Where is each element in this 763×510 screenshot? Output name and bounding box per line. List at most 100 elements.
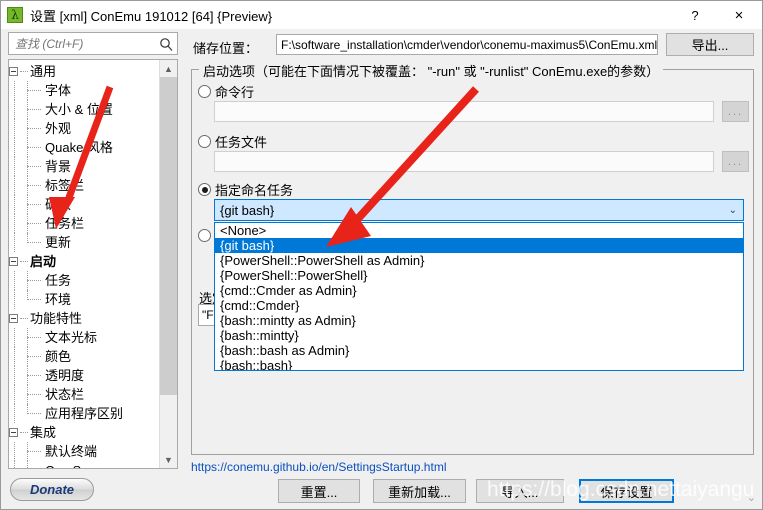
radio-command-line-indicator[interactable] [198, 85, 211, 98]
tree-item-label: 字体 [45, 83, 72, 98]
tree-group-10[interactable]: 启动 [9, 252, 160, 271]
tree-connector [27, 290, 28, 300]
tree-group-0[interactable]: 通用 [9, 62, 160, 81]
tree-connector [27, 138, 28, 157]
tree-connector [27, 176, 28, 195]
command-line-field[interactable] [214, 101, 714, 122]
settings-window: λ 设置 [xml] ConEmu 191012 [64] {Preview} … [0, 0, 763, 510]
dropdown-option-3[interactable]: {PowerShell::PowerShell} [215, 268, 743, 283]
tree-item-label: 应用程序区别 [45, 406, 124, 421]
tree-connector [27, 385, 28, 404]
named-task-combobox[interactable]: {git bash} ⌄ [214, 199, 744, 221]
tree-connector [27, 119, 28, 138]
tree-item-17[interactable]: 状态栏 [9, 385, 160, 404]
tree-connector [27, 233, 28, 243]
tree-collapse-icon[interactable] [9, 314, 18, 323]
tree-item-label: 任务 [45, 273, 72, 288]
tree-item-16[interactable]: 透明度 [9, 366, 160, 385]
scrollbar-thumb[interactable] [160, 77, 177, 395]
tree-item-7[interactable]: 确认 [9, 195, 160, 214]
tree-collapse-icon[interactable] [9, 67, 18, 76]
tree-item-label: 透明度 [45, 368, 85, 383]
tree-item-6[interactable]: 标签栏 [9, 176, 160, 195]
tree-group-19[interactable]: 集成 [9, 423, 160, 442]
radio-command-line[interactable]: 命令行 [198, 82, 254, 101]
tree-item-20[interactable]: 默认终端 [9, 442, 160, 461]
dropdown-option-7[interactable]: {bash::mintty} [215, 328, 743, 343]
tree-item-label: 颜色 [45, 349, 72, 364]
tree-connector [27, 442, 28, 461]
dialog-button-0[interactable]: 重置... [278, 479, 360, 503]
dropdown-option-9[interactable]: {bash::bash} [215, 358, 743, 370]
tree-item-label: 集成 [30, 425, 57, 440]
named-task-dropdown-list[interactable]: <None> {git bash} {PowerShell::PowerShell … [214, 222, 744, 371]
window-controls: ? × [674, 1, 762, 29]
tree-item-label: 启动 [30, 254, 57, 269]
help-icon[interactable]: ? [674, 1, 716, 29]
tree-connector [27, 81, 28, 100]
radio-named-task-label: 指定命名任务 [215, 183, 294, 198]
settings-tree[interactable]: 通用字体大小 & 位置 外观 Quake 风格背景标签栏确认任务栏更新启动任务环境功… [8, 59, 178, 469]
window-title: 设置 [xml] ConEmu 191012 [64] {Preview} [30, 8, 273, 24]
settings-help-link[interactable]: https://conemu.github.io/en/SettingsStar… [191, 460, 446, 474]
tree-item-label: 通用 [30, 64, 57, 79]
task-file-browse-button[interactable]: ... [722, 151, 749, 172]
radio-named-task-indicator[interactable] [198, 183, 211, 196]
tree-item-5[interactable]: 背景 [9, 157, 160, 176]
watermark-text: https://blog.csdn.nettaiyangu [487, 478, 755, 501]
tree-scrollbar[interactable]: ▲ ▼ [159, 60, 177, 468]
tree-item-1[interactable]: 字体 [9, 81, 160, 100]
dropdown-option-5[interactable]: {cmd::Cmder} [215, 298, 743, 313]
radio-fourth-option[interactable] [198, 229, 215, 242]
startup-options-title: 启动选项（可能在下面情况下被覆盖： "-run" 或 "-runlist" Co… [199, 61, 664, 80]
tree-item-14[interactable]: 文本光标 [9, 328, 160, 347]
tree-item-4[interactable]: Quake 风格 [9, 138, 160, 157]
tree-item-label: 文本光标 [45, 330, 98, 345]
tree-item-2[interactable]: 大小 & 位置 [9, 100, 160, 119]
tree-item-9[interactable]: 更新 [9, 233, 160, 252]
dropdown-option-6[interactable]: {bash::mintty as Admin} [215, 313, 743, 328]
tree-connector [27, 461, 28, 468]
tree-collapse-icon[interactable] [9, 257, 18, 266]
radio-named-task[interactable]: 指定命名任务 [198, 180, 293, 199]
tree-item-label: 标签栏 [45, 178, 85, 193]
scroll-up-icon[interactable]: ▲ [160, 60, 177, 77]
tree-item-8[interactable]: 任务栏 [9, 214, 160, 233]
scroll-down-icon[interactable]: ▼ [160, 451, 177, 468]
radio-fourth-option-indicator[interactable] [198, 229, 211, 242]
tree-connector [27, 404, 28, 414]
tree-connector [20, 261, 28, 263]
tree-connector [27, 347, 28, 366]
tree-item-18[interactable]: 应用程序区别 [9, 404, 160, 423]
dropdown-option-4[interactable]: {cmd::Cmder as Admin} [215, 283, 743, 298]
tree-item-label: 功能特性 [30, 311, 83, 326]
dropdown-option-1[interactable]: {git bash} [215, 238, 743, 253]
dialog-button-1[interactable]: 重新加载... [373, 479, 466, 503]
command-line-browse-button[interactable]: ... [722, 101, 749, 122]
search-input[interactable]: 查找 (Ctrl+F) [8, 32, 178, 55]
radio-task-file[interactable]: 任务文件 [198, 132, 267, 151]
tree-item-label: 任务栏 [45, 216, 85, 231]
dropdown-option-8[interactable]: {bash::bash as Admin} [215, 343, 743, 358]
radio-task-file-label: 任务文件 [215, 135, 268, 150]
radio-task-file-indicator[interactable] [198, 135, 211, 148]
tree-collapse-icon[interactable] [9, 428, 18, 437]
search-icon[interactable] [155, 33, 177, 54]
tree-connector [27, 157, 28, 176]
dropdown-option-2[interactable]: {PowerShell::PowerShell as Admin} [215, 253, 743, 268]
tree-item-21[interactable]: ComSpec [9, 461, 160, 468]
task-file-field[interactable] [214, 151, 714, 172]
storage-path-field[interactable]: F:\software_installation\cmder\vendor\co… [276, 34, 658, 55]
tree-item-15[interactable]: 颜色 [9, 347, 160, 366]
tree-item-label: Quake 风格 [45, 140, 113, 155]
tree-item-12[interactable]: 环境 [9, 290, 160, 309]
settings-tree-items: 通用字体大小 & 位置 外观 Quake 风格背景标签栏确认任务栏更新启动任务环境功… [9, 60, 160, 468]
named-task-combobox-value: {git bash} [220, 202, 275, 218]
chevron-down-icon[interactable]: ⌄ [729, 200, 737, 220]
dropdown-option-0[interactable]: <None> [215, 223, 743, 238]
tree-item-3[interactable]: 外观 [9, 119, 160, 138]
tree-group-13[interactable]: 功能特性 [9, 309, 160, 328]
close-icon[interactable]: × [716, 1, 762, 29]
tree-item-11[interactable]: 任务 [9, 271, 160, 290]
export-button[interactable]: 导出... [666, 33, 754, 56]
